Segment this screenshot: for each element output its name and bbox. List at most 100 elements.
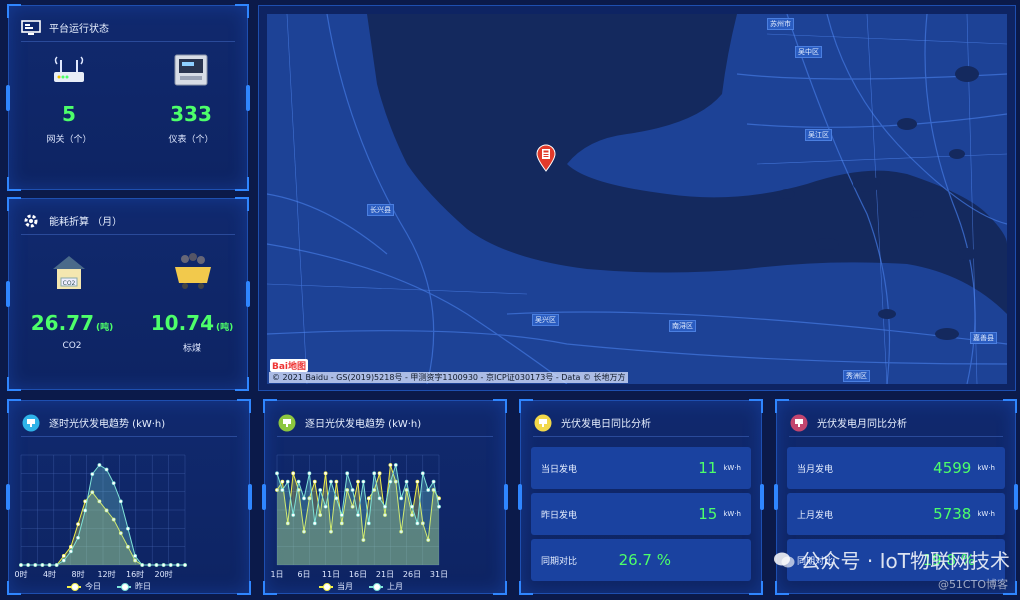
data-point <box>140 563 145 567</box>
meter-label: 仪表（个） <box>168 135 214 145</box>
legend-today[interactable]: 今日 <box>67 581 101 592</box>
day-today-row: 当日发电 11 kW·h <box>531 447 751 489</box>
data-point <box>76 522 80 526</box>
gear-icon <box>21 212 41 230</box>
meter-count: 333 <box>170 102 212 126</box>
x-tick-label: 0时 <box>14 569 27 579</box>
x-tick-label: 6日 <box>297 570 310 579</box>
x-tick-label: 12时 <box>97 569 115 579</box>
series-area-1 <box>21 465 185 565</box>
data-point <box>47 563 52 567</box>
platform-status-panel: 平台运行状态 5 网关（个） 333 仪表（个） <box>6 4 250 191</box>
map-label-wujiang: 吴江区 <box>805 129 832 141</box>
data-point <box>437 504 441 509</box>
data-point <box>168 563 173 567</box>
month-this-value: 4599 <box>933 459 972 477</box>
data-point <box>339 513 344 517</box>
hourly-legend: 今日 昨日 <box>67 581 151 592</box>
co2-house-icon: CO2 <box>49 251 89 295</box>
hourly-chart-panel: 逐时光伏发电趋势 (kW·h) 0时 4时 8时 12时 16时 20时 今日 昨日 <box>6 399 252 595</box>
data-point <box>323 504 328 509</box>
data-point <box>399 496 404 501</box>
map-label-wuxing: 吴兴区 <box>532 314 559 326</box>
data-point <box>312 521 317 526</box>
data-point <box>323 471 328 476</box>
map-canvas <box>267 14 1007 384</box>
data-point <box>356 479 360 484</box>
data-point <box>83 508 88 513</box>
data-point <box>69 544 73 549</box>
map-label-jiashan: 嘉善县 <box>970 332 997 344</box>
data-point <box>76 535 80 540</box>
x-tick-label: 1日 <box>270 570 283 579</box>
data-point <box>334 496 339 501</box>
x-tick-label: 11日 <box>322 570 340 579</box>
x-tick-label: 4时 <box>43 569 56 579</box>
hourly-chart: 0时 4时 8时 12时 16时 20时 <box>14 454 187 579</box>
data-point <box>426 488 431 492</box>
map-view[interactable]: 苏州市 吴中区 吴江区 长兴县 吴兴区 南浔区 嘉善县 秀洲区 Bai地图 © … <box>267 14 1007 384</box>
data-point <box>90 472 95 476</box>
day-compare-panel: 光伏发电日同比分析 当日发电 11 kW·h 昨日发电 15 kW·h 同期对比 26.7… <box>518 399 764 595</box>
data-point <box>366 521 371 526</box>
map-label-wuzhong: 吴中区 <box>795 46 822 58</box>
data-point <box>296 479 301 484</box>
data-point <box>175 563 180 567</box>
data-point <box>345 471 350 476</box>
data-point <box>420 471 425 476</box>
solar-panel-icon <box>533 414 553 432</box>
data-point <box>377 471 382 476</box>
legend-this-month[interactable]: 当月 <box>319 581 353 592</box>
data-point <box>161 563 166 567</box>
data-point <box>275 471 279 476</box>
data-point <box>393 463 398 467</box>
daily-chart-panel: 逐日光伏发电趋势 (kW·h) 1日 6日 11日 16日 21日 26日 31日 当月 上… <box>262 399 508 595</box>
x-tick-label: 8时 <box>71 569 84 579</box>
legend-last-month[interactable]: 上月 <box>369 581 403 592</box>
map-label-xiuzhou: 秀洲区 <box>843 370 870 382</box>
data-point <box>33 563 38 567</box>
data-point <box>147 563 152 567</box>
data-point <box>61 554 66 558</box>
router-icon <box>51 56 87 90</box>
map-copyright: © 2021 Baidu - GS(2019)5218号 - 甲测资字11009… <box>269 372 629 383</box>
data-point <box>280 479 285 484</box>
co2-label: CO2 <box>62 341 82 351</box>
data-point <box>361 479 366 484</box>
coal-cart-icon <box>171 251 215 295</box>
data-point <box>54 563 59 567</box>
svg-text:CO2: CO2 <box>63 280 76 287</box>
location-pin-icon[interactable] <box>535 144 557 172</box>
gateway-count: 5 <box>62 102 76 126</box>
data-point <box>133 554 137 558</box>
data-point <box>291 471 296 476</box>
data-point <box>104 467 109 472</box>
data-point <box>126 526 130 531</box>
data-point <box>291 513 296 517</box>
energy-panel: 能耗折算 （月） CO2 26.77 (吨) CO2 10.74 (吨) 标煤 <box>6 197 250 391</box>
platform-status-title: 平台运行状态 <box>21 14 235 42</box>
co2-value: 26.77 (吨) <box>30 311 114 335</box>
data-point <box>415 521 420 526</box>
day-yesterday-value: 15 <box>698 505 718 523</box>
x-tick-label: 20时 <box>155 569 173 579</box>
legend-yesterday[interactable]: 昨日 <box>117 581 151 592</box>
day-compare-value: 26.7 % <box>618 551 671 569</box>
day-yesterday-row: 昨日发电 15 kW·h <box>531 493 751 535</box>
data-point <box>372 471 377 476</box>
month-last-row: 上月发电 5738 kW·h <box>787 493 1005 535</box>
solar-panel-icon <box>789 414 809 432</box>
data-point <box>377 496 382 501</box>
data-point <box>404 479 409 484</box>
month-compare-title: 光伏发电月同比分析 <box>789 409 1003 437</box>
coal-label: 标煤 <box>182 344 201 354</box>
gateway-label: 网关（个） <box>46 135 92 145</box>
monitor-icon <box>21 19 41 37</box>
x-tick-label: 21日 <box>376 570 394 579</box>
data-point <box>410 504 414 509</box>
map-panel: 苏州市 吴中区 吴江区 长兴县 吴兴区 南浔区 嘉善县 秀洲区 Bai地图 © … <box>258 5 1016 391</box>
data-point <box>431 479 436 484</box>
day-today-value: 11 <box>698 459 718 477</box>
data-point <box>97 463 102 467</box>
data-point <box>388 479 393 484</box>
